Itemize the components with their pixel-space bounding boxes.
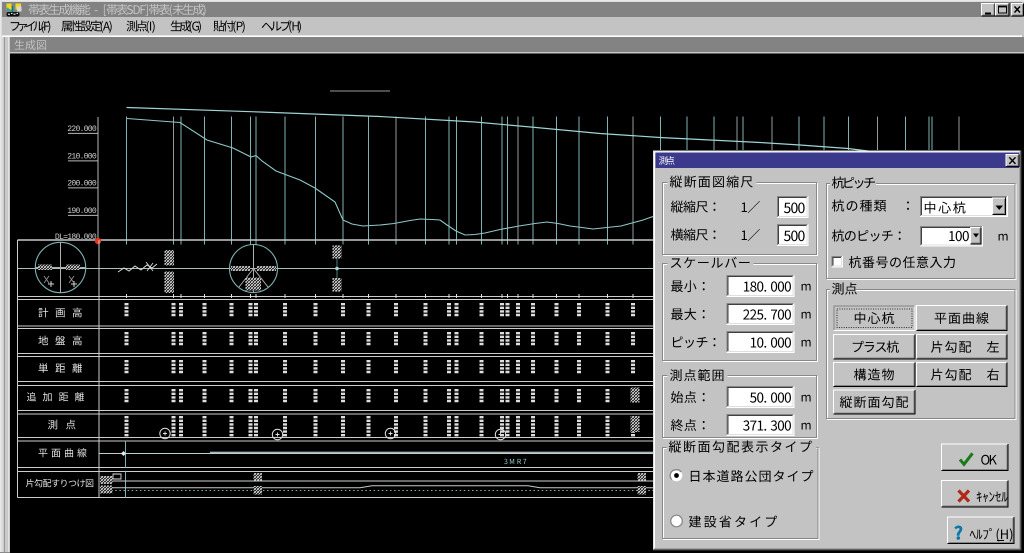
svg-text:220.000: 220.000 [67, 125, 97, 134]
svg-text:210.000: 210.000 [67, 153, 97, 162]
svg-text:190.000: 190.000 [67, 207, 97, 216]
svg-text:200.000: 200.000 [67, 180, 97, 189]
